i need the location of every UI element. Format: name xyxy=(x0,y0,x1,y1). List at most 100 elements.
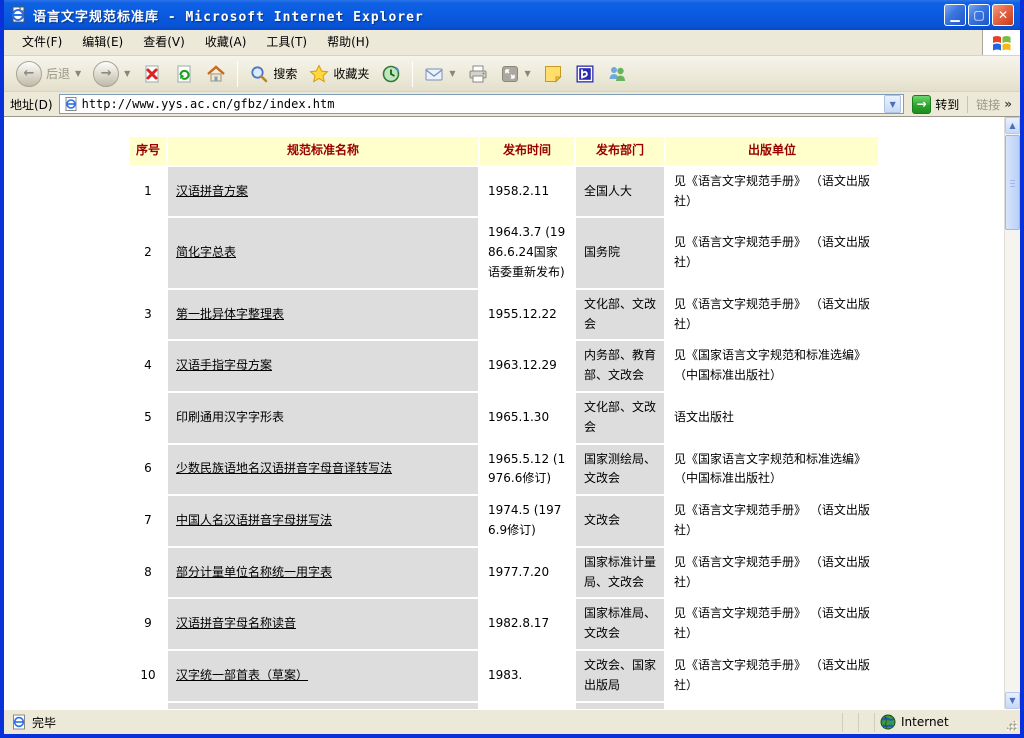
publish-date: 1963.12.29 xyxy=(480,341,574,391)
publish-date: 1974.5 (1976.9修订) xyxy=(480,496,574,546)
menu-item[interactable]: 收藏(A) xyxy=(195,30,257,55)
table-row: 3 第一批异体字整理表 1955.12.22 文化部、文改会 见《语言文字规范手… xyxy=(130,290,878,340)
page-favicon-icon xyxy=(64,97,78,111)
publisher: 见《国家语言文字规范和标准选编》（中国标准出版社） xyxy=(666,445,878,495)
publish-department: 内务部、教育部、文改会 xyxy=(576,341,664,391)
minimize-button[interactable]: ▁ xyxy=(944,4,966,26)
scrollbar-thumb[interactable] xyxy=(1005,135,1020,230)
publisher: 见《语言文字规范手册》 （语文出版社） xyxy=(666,218,878,287)
standard-name-cell: 简化字总表 xyxy=(168,218,478,287)
print-button[interactable] xyxy=(462,61,494,87)
messenger-button[interactable] xyxy=(601,61,633,87)
publisher: 见《国家语言文字规范和标准选编》（中国标准出版社） xyxy=(666,341,878,391)
menu-item[interactable]: 帮助(H) xyxy=(317,30,379,55)
menu-item[interactable]: 文件(F) xyxy=(12,30,72,55)
standard-name-link[interactable]: 部分计量单位名称统一用字表 xyxy=(176,565,332,579)
standard-name-cell: 中国地名汉语拼音字母拼写规则（汉语地名部分） xyxy=(168,703,478,709)
standard-name-link[interactable]: 印刷通用汉字字形表 xyxy=(176,410,284,424)
publish-department: 文改会 xyxy=(576,496,664,546)
publish-department: 国务院 xyxy=(576,218,664,287)
standard-name-link[interactable]: 简化字总表 xyxy=(176,245,236,259)
scroll-up-icon[interactable]: ▲ xyxy=(1005,117,1020,134)
address-dropdown-icon[interactable]: ▼ xyxy=(884,95,901,113)
menu-item[interactable]: 编辑(E) xyxy=(72,30,133,55)
refresh-icon xyxy=(174,64,194,84)
forward-dropdown-icon[interactable]: ▼ xyxy=(124,69,130,78)
publish-date: 1955.12.22 xyxy=(480,290,574,340)
address-bar: 地址(D) http://www.yys.ac.cn/gfbz/index.ht… xyxy=(4,92,1020,117)
table-header-row: 序号 规范标准名称 发布时间 发布部门 出版单位 xyxy=(130,137,878,165)
links-button[interactable]: 链接 » xyxy=(967,96,1016,113)
back-label: 后退 xyxy=(46,65,70,82)
publish-date: 1982.8.17 xyxy=(480,599,574,649)
table-row: 4 汉语手指字母方案 1963.12.29 内务部、教育部、文改会 见《国家语言… xyxy=(130,341,878,391)
publish-department: 国家标准计量局、文改会 xyxy=(576,548,664,598)
search-button[interactable]: 搜索 xyxy=(243,61,303,87)
standard-name-link[interactable]: 汉字统一部首表（草案） xyxy=(176,668,308,682)
edit-button[interactable]: ▼ xyxy=(494,61,537,87)
row-number: 2 xyxy=(130,218,166,287)
standard-name-link[interactable]: 汉语手指字母方案 xyxy=(176,358,272,372)
maximize-button[interactable]: ▢ xyxy=(968,4,990,26)
publish-department: 全国人大 xyxy=(576,167,664,217)
publisher: 见《语言文字规范手册》 （语文出版社） xyxy=(666,651,878,701)
vertical-scrollbar[interactable]: ▲ ▼ xyxy=(1004,117,1020,709)
b-tool-button[interactable] xyxy=(569,61,601,87)
header-date: 发布时间 xyxy=(480,137,574,165)
edit-dropdown-icon[interactable]: ▼ xyxy=(525,69,531,78)
publisher: 见《语言文字规范手册》 （语文出版社） xyxy=(666,496,878,546)
standard-name-link[interactable]: 汉语拼音字母名称读音 xyxy=(176,616,296,630)
standard-name-link[interactable]: 第一批异体字整理表 xyxy=(176,307,284,321)
standard-name-cell: 汉语手指字母方案 xyxy=(168,341,478,391)
standard-name-cell: 部分计量单位名称统一用字表 xyxy=(168,548,478,598)
home-icon xyxy=(206,64,226,84)
back-dropdown-icon[interactable]: ▼ xyxy=(75,69,81,78)
favorites-button[interactable]: 收藏夹 xyxy=(303,61,375,87)
publish-department: 文化部、文改会 xyxy=(576,290,664,340)
resize-grip[interactable] xyxy=(1004,713,1018,732)
printer-icon xyxy=(468,64,488,84)
row-number: 3 xyxy=(130,290,166,340)
star-icon xyxy=(309,64,329,84)
scrollbar-track[interactable] xyxy=(1005,134,1020,692)
back-icon: ← xyxy=(16,61,42,87)
go-button[interactable]: → 转到 xyxy=(908,94,963,115)
publish-department: 文改会、国家出版局 xyxy=(576,651,664,701)
security-zone-panel: Internet xyxy=(874,713,1004,732)
publish-date: 1983. xyxy=(480,651,574,701)
history-icon xyxy=(381,64,401,84)
forward-button[interactable]: → ▼ xyxy=(87,58,136,90)
table-row: 9 汉语拼音字母名称读音 1982.8.17 国家标准局、文改会 见《语言文字规… xyxy=(130,599,878,649)
note-button[interactable] xyxy=(537,61,569,87)
table-row: 8 部分计量单位名称统一用字表 1977.7.20 国家标准计量局、文改会 见《… xyxy=(130,548,878,598)
publisher: 见《语言文字规范手册》 （语文出版社） xyxy=(666,290,878,340)
close-button[interactable]: ✕ xyxy=(992,4,1014,26)
address-input[interactable]: http://www.yys.ac.cn/gfbz/index.htm ▼ xyxy=(59,94,905,114)
links-label: 链接 xyxy=(976,96,1000,113)
table-row: 2 简化字总表 1964.3.7 (1986.6.24国家语委重新发布) 国务院… xyxy=(130,218,878,287)
menu-item[interactable]: 工具(T) xyxy=(256,30,317,55)
mail-dropdown-icon[interactable]: ▼ xyxy=(449,69,455,78)
header-name: 规范标准名称 xyxy=(168,137,478,165)
standard-name-link[interactable]: 汉语拼音方案 xyxy=(176,184,248,198)
menu-bar: 文件(F) 编辑(E) 查看(V) 收藏(A) 工具(T) 帮助(H) xyxy=(4,30,1020,56)
standard-name-link[interactable]: 少数民族语地名汉语拼音字母音译转写法 xyxy=(176,461,392,475)
publisher: 见《语言文字规范手册》 （语文出版社） xyxy=(666,703,878,709)
standard-name-link[interactable]: 中国人名汉语拼音字母拼写法 xyxy=(176,513,332,527)
refresh-button[interactable] xyxy=(168,61,200,87)
publisher: 见《语言文字规范手册》 （语文出版社） xyxy=(666,548,878,598)
back-button[interactable]: ← 后退 ▼ xyxy=(10,58,87,90)
toolbar: ← 后退 ▼ → ▼ xyxy=(4,56,1020,92)
standard-name-cell: 汉语拼音字母名称读音 xyxy=(168,599,478,649)
publish-date: 1964.3.7 (1986.6.24国家语委重新发布) xyxy=(480,218,574,287)
stop-button[interactable] xyxy=(136,61,168,87)
table-row: 10 汉字统一部首表（草案） 1983. 文改会、国家出版局 见《语言文字规范手… xyxy=(130,651,878,701)
mail-button[interactable]: ▼ xyxy=(418,61,461,87)
publish-date: 1965.5.12 (1976.6修订) xyxy=(480,445,574,495)
publish-department: 国家测绘局、文改会 xyxy=(576,445,664,495)
history-button[interactable] xyxy=(375,61,407,87)
home-button[interactable] xyxy=(200,61,232,87)
toolbar-separator xyxy=(412,61,413,87)
scroll-down-icon[interactable]: ▼ xyxy=(1005,692,1020,709)
menu-item[interactable]: 查看(V) xyxy=(133,30,195,55)
